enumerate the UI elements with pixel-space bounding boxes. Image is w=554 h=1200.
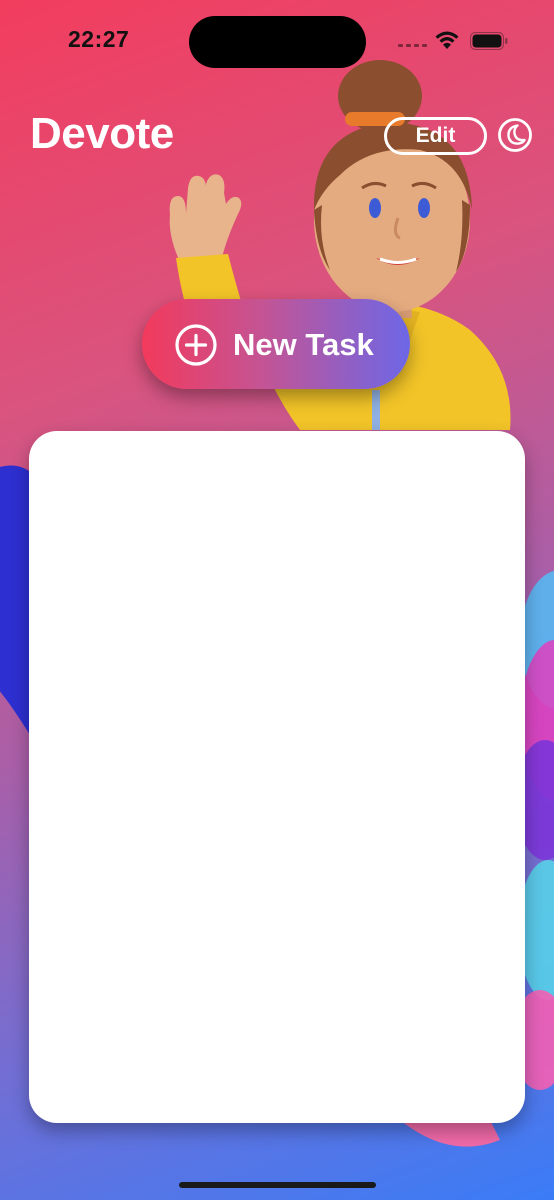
plus-circle-icon: [175, 324, 217, 366]
dynamic-island: [189, 16, 366, 68]
edit-button[interactable]: Edit: [384, 117, 487, 155]
battery-icon: [470, 32, 508, 50]
status-bar: 22:27: [0, 0, 554, 84]
task-list[interactable]: [29, 431, 525, 1123]
home-indicator[interactable]: [179, 1182, 376, 1188]
status-time: 22:27: [68, 26, 130, 52]
app-screen: 22:27 Devote Edit New Task: [0, 0, 554, 1200]
wifi-icon: [435, 31, 459, 49]
moon-icon[interactable]: [497, 117, 533, 153]
page-title: Devote: [30, 109, 174, 158]
new-task-button[interactable]: New Task: [142, 299, 410, 389]
cellular-icon: [398, 44, 427, 47]
new-task-label: New Task: [233, 327, 374, 362]
